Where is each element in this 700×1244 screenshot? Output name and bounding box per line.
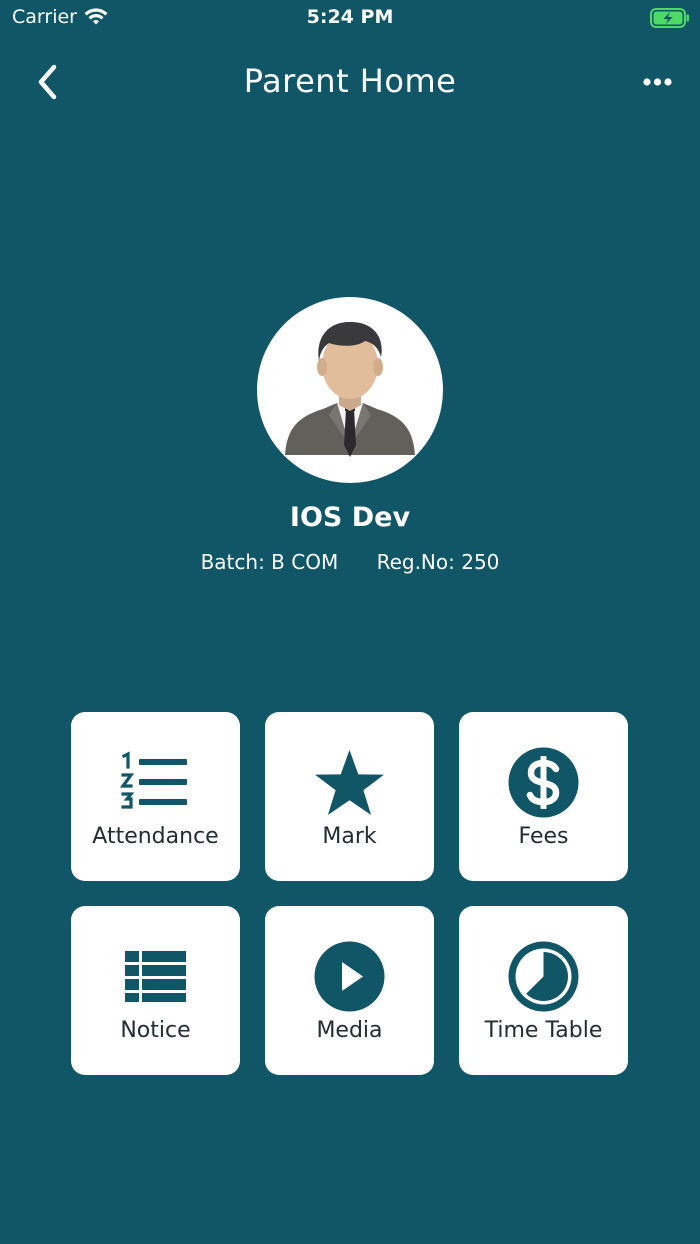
profile-batch: Batch: B COM <box>200 550 339 574</box>
table-list-icon <box>119 940 192 1013</box>
mark-tile[interactable]: Mark <box>265 712 434 881</box>
profile-name: IOS Dev <box>289 502 411 533</box>
dollar-circle-icon <box>507 746 580 819</box>
status-bar: Carrier 5:24 PM <box>0 0 700 36</box>
media-label: Media <box>316 1018 383 1043</box>
timetable-label: Time Table <box>484 1018 603 1043</box>
fees-label: Fees <box>518 824 569 849</box>
battery-charging-icon <box>650 8 690 28</box>
more-options-button[interactable] <box>640 68 676 96</box>
profile-reg-no: Reg.No: 250 <box>376 550 500 574</box>
notice-label: Notice <box>120 1018 191 1043</box>
play-circle-icon <box>313 940 386 1013</box>
clock-pie-icon <box>507 940 580 1013</box>
attendance-label: Attendance <box>92 824 219 849</box>
attendance-tile[interactable]: Attendance <box>71 712 240 881</box>
star-icon <box>313 746 386 819</box>
notice-tile[interactable]: Notice <box>71 906 240 1075</box>
ellipsis-icon <box>640 78 676 100</box>
fees-tile[interactable]: Fees <box>459 712 628 881</box>
media-tile[interactable]: Media <box>265 906 434 1075</box>
parent-home-screen: Carrier 5:24 PM Parent Home IOS Dev Batc… <box>0 0 700 1244</box>
timetable-tile[interactable]: Time Table <box>459 906 628 1075</box>
navigation-bar: Parent Home <box>0 50 700 114</box>
page-title: Parent Home <box>243 62 457 100</box>
user-avatar <box>257 297 443 483</box>
profile-details: Batch: B COM Reg.No: 250 <box>0 550 700 574</box>
mark-label: Mark <box>322 824 377 849</box>
status-time: 5:24 PM <box>306 6 394 28</box>
numbered-list-icon <box>119 746 192 819</box>
